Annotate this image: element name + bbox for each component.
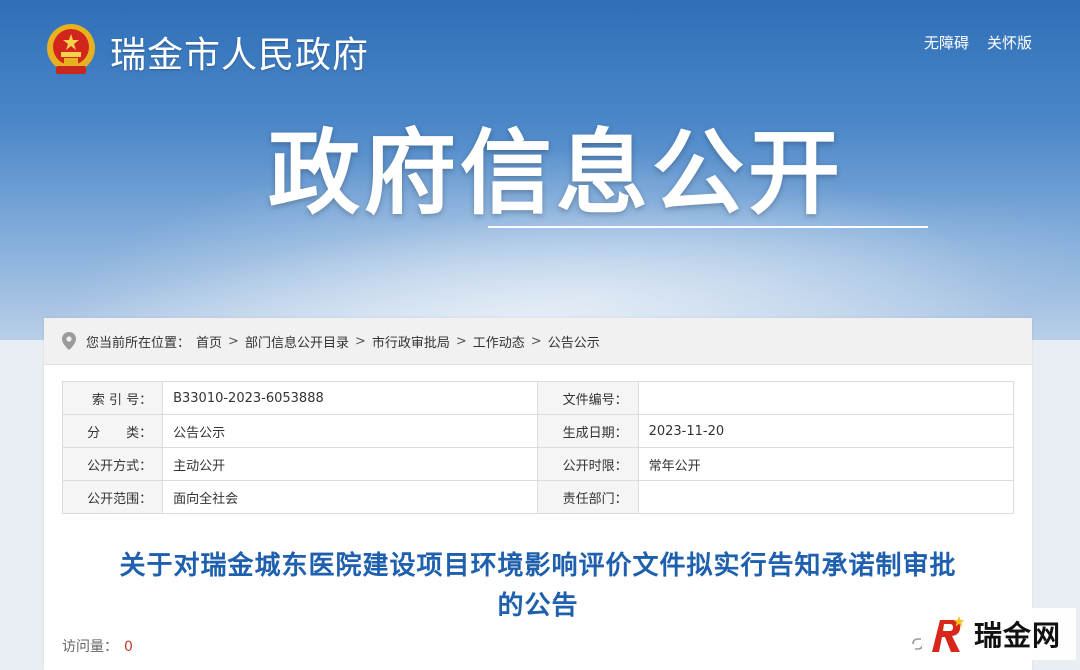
index-number-label: 索 引 号： — [61, 381, 164, 415]
visit-counter-value: 0 — [124, 639, 133, 655]
document-title-line-1: 关于对瑞金城东医院建设项目环境影响评价文件拟实行告知承诺制审批 — [119, 551, 957, 581]
disclosure-method-label: 公开方式： — [61, 447, 164, 481]
breadcrumb-separator: > — [228, 333, 239, 349]
table-row: 公开范围： 面向全社会 责任部门： — [61, 480, 1015, 514]
breadcrumb-work-news[interactable]: 工作动态 — [473, 332, 525, 351]
content-panel: 您当前所在位置： 首页 > 部门信息公开目录 > 市行政审批局 > 工作动态 >… — [44, 318, 1032, 670]
table-row: 公开方式： 主动公开 公开时限： 常年公开 — [61, 447, 1015, 481]
category-value: 公告公示 — [162, 414, 539, 448]
ruijin-net-logo-icon — [932, 616, 965, 652]
site-title[interactable]: 瑞金市人民政府 — [110, 26, 369, 78]
breadcrumb-dept-directory[interactable]: 部门信息公开目录 — [245, 332, 349, 351]
header-banner: 瑞金市人民政府 无障碍 关怀版 政府信息公开 — [0, 0, 1080, 340]
breadcrumb: 您当前所在位置： 首页 > 部门信息公开目录 > 市行政审批局 > 工作动态 >… — [44, 318, 1032, 365]
breadcrumb-separator: > — [354, 333, 366, 349]
disclosure-period-value: 常年公开 — [637, 447, 1015, 481]
disclosure-period-label: 公开时限： — [537, 447, 639, 481]
index-number-value: B33010-2023-6053888 — [162, 381, 539, 415]
document-title: 关于对瑞金城东医院建设项目环境影响评价文件拟实行告知承诺制审批 的公告 — [44, 546, 1032, 626]
visit-counter-label: 访问量： — [62, 639, 118, 655]
table-row: 分 类： 公告公示 生成日期： 2023-11-20 — [61, 414, 1015, 448]
category-label: 分 类： — [61, 414, 164, 448]
created-date-value: 2023-11-20 — [637, 414, 1015, 448]
created-date-label: 生成日期： — [537, 414, 639, 448]
breadcrumb-announcements[interactable]: 公告公示 — [548, 332, 600, 351]
breadcrumb-prefix: 您当前所在位置： — [86, 335, 191, 351]
disclosure-scope-value: 面向全社会 — [162, 480, 539, 514]
location-pin-icon — [62, 332, 76, 350]
watermark-badge: 瑞金网 — [922, 608, 1076, 660]
breadcrumb-separator: > — [455, 333, 467, 349]
responsible-dept-label: 责任部门： — [537, 480, 639, 514]
accessibility-link[interactable]: 无障碍 — [924, 32, 969, 53]
watermark-text: 瑞金网 — [974, 619, 1062, 652]
elder-care-mode-link[interactable]: 关怀版 — [987, 32, 1032, 53]
breadcrumb-separator: > — [530, 333, 542, 349]
file-number-value — [637, 381, 1015, 415]
visit-counter: 访问量： 0 — [62, 636, 133, 656]
responsible-dept-value — [637, 480, 1015, 514]
disclosure-method-value: 主动公开 — [162, 447, 539, 481]
document-title-line-2: 的公告 — [497, 591, 579, 621]
document-meta-table: 索 引 号： B33010-2023-6053888 文件编号： 分 类： 公告… — [61, 381, 1015, 514]
table-row: 索 引 号： B33010-2023-6053888 文件编号： — [61, 381, 1015, 415]
breadcrumb-admin-approval-bureau[interactable]: 市行政审批局 — [372, 332, 450, 351]
disclosure-scope-label: 公开范围： — [61, 480, 164, 514]
national-emblem-icon — [47, 24, 95, 74]
file-number-label: 文件编号： — [537, 381, 639, 415]
hero-title: 政府信息公开 — [268, 120, 845, 227]
hero-underline — [488, 226, 928, 228]
breadcrumb-home[interactable]: 首页 — [196, 332, 222, 351]
top-links: 无障碍 关怀版 — [924, 32, 1032, 53]
